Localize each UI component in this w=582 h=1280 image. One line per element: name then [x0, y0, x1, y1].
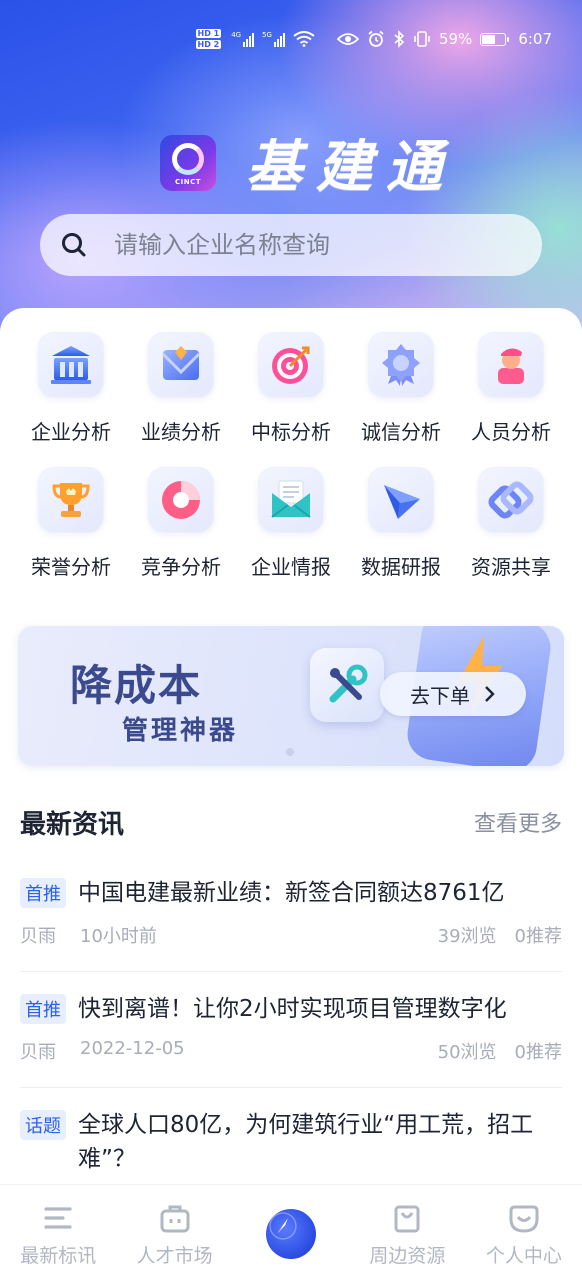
brand: CINCT 基建通: [160, 122, 456, 203]
feature-credit-analysis[interactable]: 诚信分析: [346, 332, 456, 445]
banner-subline: 管理神器: [122, 716, 239, 746]
news-section-title: 最新资讯: [20, 810, 125, 840]
bottom-tab-bar: 最新标讯 人才市场 周边资源 个人中心: [0, 1184, 582, 1280]
feature-label: 业绩分析: [141, 420, 221, 444]
promo-banner[interactable]: 降成本 管理神器 去下单: [18, 626, 564, 766]
battery-icon: [480, 32, 510, 46]
search-icon: [62, 233, 86, 257]
tab-personal-center[interactable]: 个人中心: [466, 1185, 582, 1280]
feature-grid: 企业分析 业绩分析 中标分析 诚信分析 人员分析 荣誉分析 竞争分析 企业情报 …: [16, 332, 566, 580]
bank-icon: [38, 332, 104, 398]
feature-enterprise-analysis[interactable]: 企业分析: [16, 332, 126, 445]
compass-icon: [266, 1209, 317, 1259]
briefcase-icon: [160, 1205, 190, 1233]
target-icon: [258, 332, 324, 398]
list-icon: [44, 1207, 72, 1229]
main-card: 企业分析 业绩分析 中标分析 诚信分析 人员分析 荣誉分析 竞争分析 企业情报 …: [0, 308, 582, 1188]
feature-honor-analysis[interactable]: 荣誉分析: [16, 467, 126, 580]
alarm-icon: [368, 30, 384, 47]
feature-label: 中标分析: [251, 420, 331, 444]
news-time: 10小时前: [80, 926, 157, 947]
status-bar: HD 1 HD 2 4G 5G 59% 6:07: [0, 28, 582, 58]
news-views: 39浏览: [437, 926, 497, 947]
feature-resource-share[interactable]: 资源共享: [456, 467, 566, 580]
feature-label: 资源共享: [471, 555, 551, 579]
battery-text: 59%: [438, 30, 473, 48]
envelope-diamond-icon: [148, 332, 214, 398]
news-item[interactable]: 首推 中国电建最新业绩：新签合同额达8761亿 贝雨 10小时前 39浏览 0推…: [20, 876, 562, 972]
news-views: 50浏览: [437, 1042, 497, 1063]
carousel-indicator: [286, 748, 294, 756]
feature-performance-analysis[interactable]: 业绩分析: [126, 332, 236, 445]
tab-label: 周边资源: [369, 1245, 446, 1267]
news-time: 2022-12-05: [80, 1038, 185, 1059]
search-input[interactable]: [114, 231, 494, 259]
mail-icon: [258, 467, 324, 533]
feature-staff-analysis[interactable]: 人员分析: [456, 332, 566, 445]
feature-label: 人员分析: [471, 420, 551, 444]
news-recommends: 0推荐: [514, 926, 562, 947]
signal-icon: 4G: [231, 31, 255, 47]
app-title: 基建通: [246, 134, 456, 200]
tab-discover[interactable]: [233, 1185, 349, 1280]
news-title: 全球人口80亿，为何建筑行业“用工荒，招工难”？: [78, 1112, 534, 1172]
order-button-label: 去下单: [410, 683, 470, 708]
order-button[interactable]: 去下单: [380, 672, 526, 716]
hd-indicator: HD 1 HD 2: [195, 29, 222, 49]
news-tag: 首推: [20, 994, 66, 1024]
person-icon: [478, 332, 544, 398]
clock: 6:07: [518, 30, 552, 48]
tab-label: 个人中心: [485, 1245, 562, 1267]
bluetooth-icon: [394, 30, 405, 48]
smile-icon: [509, 1205, 539, 1233]
tab-talent-market[interactable]: 人才市场: [116, 1185, 232, 1280]
news-title: 中国电建最新业绩：新签合同额达8761亿: [78, 880, 505, 906]
news-tag: 话题: [20, 1110, 66, 1140]
view-more-link[interactable]: 查看更多: [474, 806, 562, 838]
feature-label: 企业情报: [251, 555, 331, 579]
news-tag: 首推: [20, 878, 66, 908]
signal-icon-2: 5G: [262, 31, 285, 47]
paper-plane-icon: [368, 467, 434, 533]
feature-label: 荣誉分析: [31, 555, 111, 579]
feature-label: 数据研报: [361, 555, 441, 579]
app-logo: CINCT: [160, 134, 216, 191]
tools-icon: [310, 648, 384, 722]
news-item[interactable]: 话题 全球人口80亿，为何建筑行业“用工荒，招工难”？: [20, 1108, 562, 1188]
tab-label: 人才市场: [136, 1245, 213, 1267]
wifi-icon: [293, 31, 315, 47]
news-author: 贝雨: [20, 1042, 56, 1063]
feature-data-report[interactable]: 数据研报: [346, 467, 456, 580]
news-header: 最新资讯 查看更多: [20, 804, 562, 844]
pie-icon: [148, 467, 214, 533]
chevron-right-icon: [485, 686, 495, 702]
vibrate-icon: [414, 31, 430, 47]
trophy-icon: [38, 467, 104, 533]
news-item[interactable]: 首推 快到离谱！让你2小时实现项目管理数字化 贝雨 2022-12-05 50浏…: [20, 992, 562, 1088]
badge-icon: [368, 332, 434, 398]
feature-label: 竞争分析: [141, 555, 221, 579]
feature-label: 企业分析: [31, 420, 111, 444]
share-knot-icon: [478, 467, 544, 533]
news-recommends: 0推荐: [514, 1042, 562, 1063]
eye-icon: [336, 33, 359, 45]
feature-competition-analysis[interactable]: 竞争分析: [126, 467, 236, 580]
search-bar[interactable]: [40, 214, 542, 276]
feature-label: 诚信分析: [361, 420, 441, 444]
news-title: 快到离谱！让你2小时实现项目管理数字化: [78, 996, 507, 1022]
banner-headline: 降成本: [70, 661, 203, 710]
news-author: 贝雨: [20, 926, 56, 947]
tab-nearby-resources[interactable]: 周边资源: [349, 1185, 465, 1280]
feature-enterprise-intel[interactable]: 企业情报: [236, 467, 346, 580]
bag-icon: [394, 1205, 420, 1233]
tab-label: 最新标讯: [20, 1245, 97, 1267]
feature-bid-analysis[interactable]: 中标分析: [236, 332, 346, 445]
tab-latest-bids[interactable]: 最新标讯: [0, 1185, 116, 1280]
